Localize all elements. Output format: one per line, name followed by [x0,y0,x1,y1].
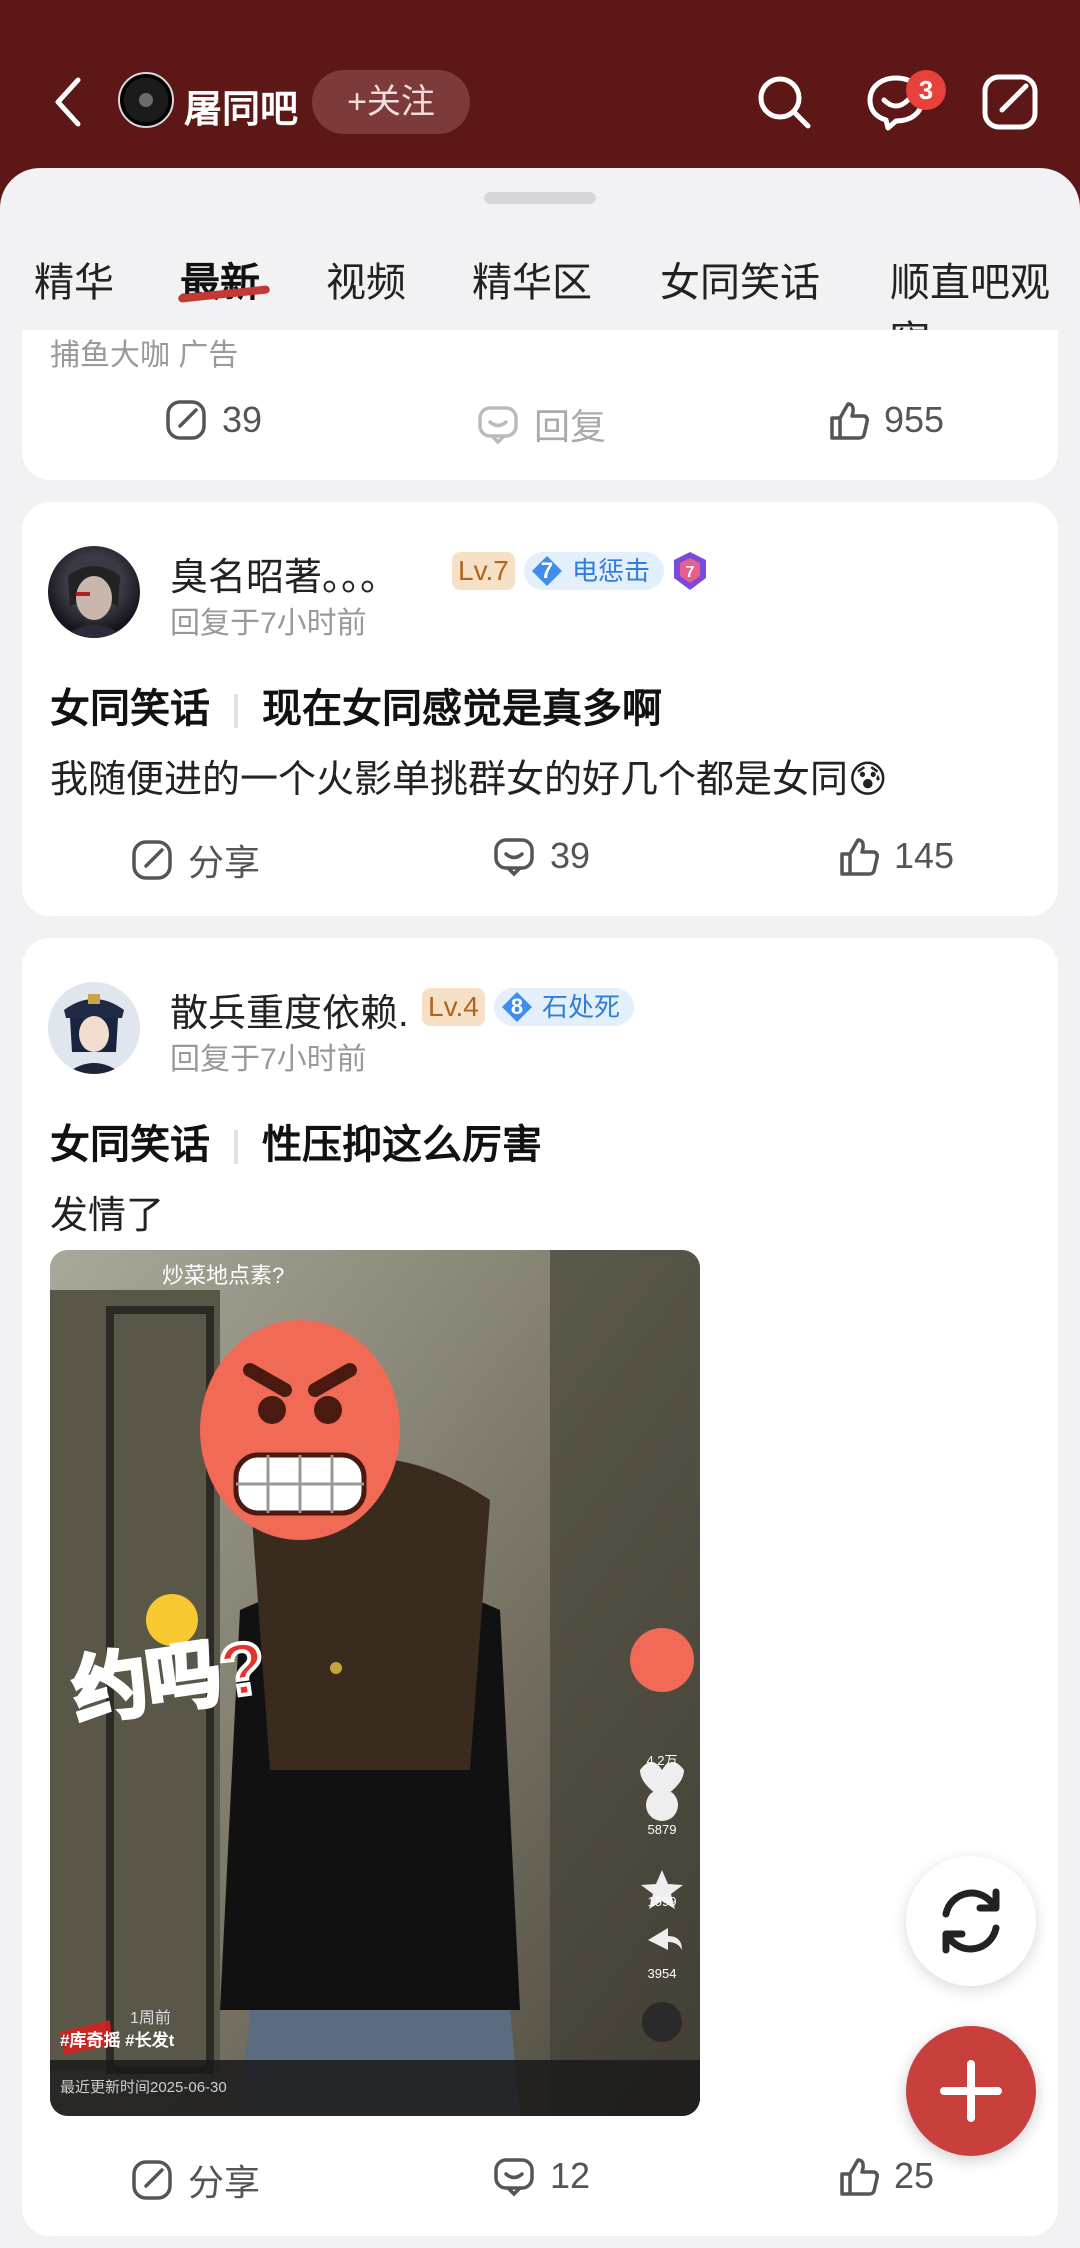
post-category[interactable]: 女同笑话 [50,687,210,731]
comment-count: 12 [550,2155,591,2196]
forum-name[interactable]: 屠同吧 [184,78,298,133]
share-icon [132,2160,172,2200]
tab-featured[interactable]: 精华 [34,250,114,308]
reply-label: 回复 [534,406,607,447]
like-action[interactable]: 955 [826,398,944,442]
title-badge: 7 电惩击 [524,552,665,590]
reply-time: 回复于7小时前 [170,1043,367,1076]
comment-icon [494,838,534,877]
post-title[interactable]: 女同笑话 性压抑这么厉害 [50,1112,542,1170]
post-body: 发情了 [50,1195,165,1237]
video-likes: 4.2万 [646,1753,678,1768]
new-post-button[interactable] [906,2026,1036,2156]
share-count: 39 [222,399,263,440]
post-headline: 性压抑这么厉害 [262,1123,542,1167]
post-card[interactable]: 臭名昭著。。。 Lv.7 7 电惩击 7 回复于7小时前 女同笑话 现在女同感觉是… [22,502,1058,916]
badge-title: 电惩击 [572,556,651,586]
share-icon [166,400,206,440]
follow-button[interactable]: +关注 [312,70,470,134]
share-action[interactable]: 分享 [130,834,260,886]
avatar[interactable] [48,546,140,638]
post-image[interactable]: 炒菜地点素? 约吗? 4.2万 5879 1599 3954 1周前 #库奇摇 … [50,1250,700,2116]
thumbs-up-icon [840,838,879,876]
like-count: 25 [894,2155,935,2196]
drag-handle[interactable] [484,192,596,204]
title-badge: 8 石处死 [494,988,635,1026]
like-count: 955 [884,399,945,440]
thumbs-up-icon [840,2158,879,2196]
back-arrow-icon[interactable] [48,74,88,130]
tab-video[interactable]: 视频 [326,250,406,308]
badge-title: 石处死 [542,992,621,1022]
like-action[interactable]: 25 [836,2154,934,2198]
search-icon[interactable] [754,72,814,132]
comment-count: 39 [550,835,591,876]
rank-medal-icon: 7 [674,552,706,590]
forum-logo[interactable] [118,72,174,128]
diamond-icon: 8 [500,990,534,1024]
post-headline: 现在女同感觉是真多啊 [262,687,662,731]
video-tags: #库奇摇 #长发t [60,2031,175,2050]
post-title[interactable]: 女同笑话 现在女同感觉是真多啊 [50,676,662,734]
avatar-image [62,566,126,638]
comment-icon [478,406,518,445]
post-body: 我随便进的一个火影单挑群女的好几个都是女同😰 [50,759,888,801]
post-category[interactable]: 女同笑话 [50,1123,210,1167]
level-badge: Lv.4 [422,988,485,1026]
ad-card[interactable]: 捕鱼大咖 广告 39 回复 955 [22,330,1058,480]
share-action[interactable]: 分享 [130,2154,260,2206]
tab-featured-zone[interactable]: 精华区 [472,250,592,308]
ad-source: 捕鱼大咖 广告 [50,339,239,372]
compose-icon[interactable] [980,72,1040,132]
share-label: 分享 [188,842,261,883]
video-favorites: 1599 [647,1894,677,1909]
video-update-time: 最近更新时间2025-06-30 [60,2079,227,2096]
post-card[interactable]: 散兵重度依赖. Lv.4 8 石处死 回复于7小时前 女同笑话 性压抑这么厉害 发… [22,938,1058,2236]
reply-action[interactable]: 回复 [476,398,606,450]
diamond-icon: 7 [530,554,564,588]
video-week-label: 1周前 [130,2010,171,2027]
share-icon [132,840,172,880]
username[interactable]: 臭名昭著。。。 [170,546,398,601]
comment-action[interactable]: 12 [492,2154,590,2198]
video-comments: 5879 [647,1822,677,1837]
level-badge: Lv.7 [452,552,515,590]
video-shares: 3954 [647,1966,677,1981]
reply-time: 回复于7小时前 [170,607,367,640]
refresh-button[interactable] [906,1856,1036,1986]
like-count: 145 [894,835,955,876]
share-action[interactable]: 39 [164,398,262,442]
thumbs-up-icon [830,402,869,440]
share-label: 分享 [188,2162,261,2203]
comment-action[interactable]: 39 [492,834,590,878]
like-action[interactable]: 145 [836,834,954,878]
video-caption: 炒菜地点素? [162,1263,285,1288]
avatar[interactable] [48,982,140,1074]
plus-icon [940,2060,1002,2122]
username[interactable]: 散兵重度依赖. [170,982,409,1037]
tab-jokes[interactable]: 女同笑话 [660,250,820,308]
svg-text:7: 7 [686,564,695,581]
comment-icon [494,2158,534,2197]
refresh-icon [942,1888,1000,1954]
avatar-image [64,994,124,1074]
notification-badge: 3 [906,70,946,110]
